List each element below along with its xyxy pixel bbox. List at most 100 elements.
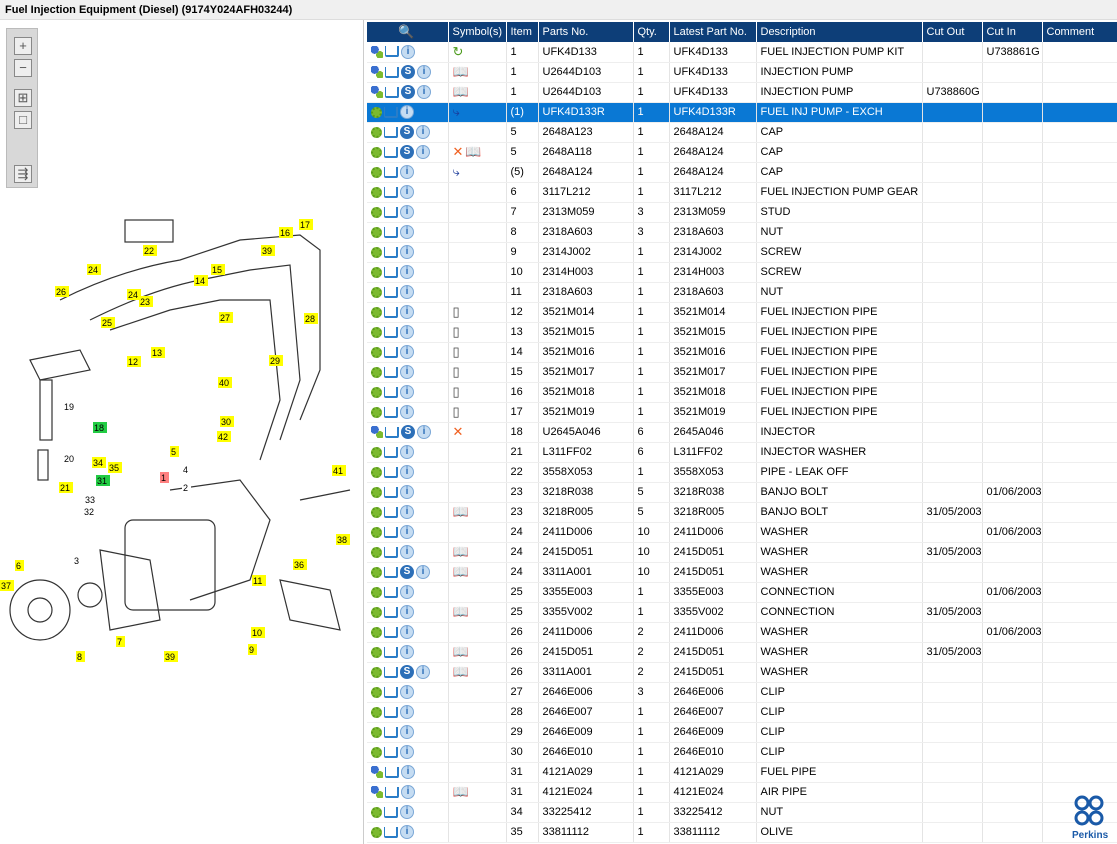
column-header-2[interactable]: Item <box>506 22 539 42</box>
table-row[interactable]: i 📖 24 2415D051 10 2415D051 WASHER 31/05/2003 <box>367 542 1117 563</box>
column-header-4[interactable]: Qty. <box>633 22 670 42</box>
table-row[interactable]: i 11 2318A603 1 2318A603 NUT <box>367 282 1117 303</box>
cart-icon[interactable] <box>384 686 398 698</box>
cart-icon[interactable] <box>384 746 398 758</box>
cart-icon[interactable] <box>384 386 398 398</box>
gear-icon[interactable] <box>371 406 382 418</box>
gear-icon[interactable] <box>371 506 382 518</box>
callout-12[interactable]: 12 <box>127 356 141 367</box>
table-row[interactable]: i ▯ 14 3521M016 1 3521M016 FUEL INJECTION PIPE <box>367 342 1117 363</box>
cart-icon[interactable] <box>384 106 398 118</box>
callout-14[interactable]: 14 <box>194 275 208 286</box>
cart-icon[interactable] <box>384 486 398 498</box>
gear-icon[interactable] <box>371 106 382 118</box>
info-icon[interactable]: i <box>400 805 414 819</box>
callout-6[interactable]: 6 <box>15 560 24 571</box>
info-icon[interactable]: i <box>401 765 415 779</box>
column-header-6[interactable]: Description <box>756 22 923 42</box>
info-icon[interactable]: i <box>400 305 414 319</box>
column-header-5[interactable]: Latest Part No. <box>669 22 757 42</box>
callout-38[interactable]: 38 <box>336 534 350 545</box>
gear-icon[interactable] <box>371 746 382 758</box>
table-row[interactable]: i 6 3117L212 1 3117L212 FUEL INJECTION PUMP G… <box>367 182 1117 203</box>
table-row[interactable]: i 23 3218R038 5 3218R038 BANJO BOLT 01/06/2003 <box>367 482 1117 503</box>
table-row[interactable]: Si ✕ 18 U2645A046 6 2645A046 INJECTOR <box>367 422 1117 443</box>
table-row[interactable]: i ▯ 17 3521M019 1 3521M019 FUEL INJECTION PIPE <box>367 402 1117 423</box>
callout-31[interactable]: 31 <box>96 475 110 486</box>
info-icon[interactable]: i <box>400 745 414 759</box>
cart-icon[interactable] <box>384 146 398 158</box>
service-s-icon[interactable]: S <box>401 85 415 99</box>
column-header-1[interactable]: Symbol(s) <box>448 22 507 42</box>
callout-7[interactable]: 7 <box>116 636 125 647</box>
info-icon[interactable]: i <box>400 725 414 739</box>
components-gear-icon[interactable] <box>371 426 383 438</box>
cart-icon[interactable] <box>384 726 398 738</box>
callout-29[interactable]: 29 <box>269 355 283 366</box>
gear-icon[interactable] <box>371 606 382 618</box>
callout-40[interactable]: 40 <box>218 377 232 388</box>
table-row[interactable]: i 8 2318A603 3 2318A603 NUT <box>367 222 1117 243</box>
info-icon[interactable]: i <box>400 445 414 459</box>
gear-icon[interactable] <box>371 726 382 738</box>
gear-icon[interactable] <box>371 526 382 538</box>
gear-icon[interactable] <box>371 226 382 238</box>
callout-11[interactable]: 11 <box>252 575 266 586</box>
exploded-diagram[interactable]: + − ⊞ □ ⇶ 22 24 26 25 23 24 15 39 16 17 14 27 28 12 13… <box>0 20 364 844</box>
info-icon[interactable]: i <box>400 265 414 279</box>
callout-32[interactable]: 32 <box>83 506 97 517</box>
table-row[interactable]: i ⤷ (5) 2648A124 1 2648A124 CAP <box>367 162 1117 183</box>
column-header-8[interactable]: Cut In <box>982 22 1043 42</box>
gear-icon[interactable] <box>371 346 382 358</box>
callout-9[interactable]: 9 <box>248 644 257 655</box>
callout-10[interactable]: 10 <box>251 627 265 638</box>
gear-icon[interactable] <box>371 446 382 458</box>
gear-icon[interactable] <box>371 486 382 498</box>
cart-icon[interactable] <box>385 66 399 78</box>
info-icon[interactable]: i <box>400 225 414 239</box>
info-icon[interactable]: i <box>400 345 414 359</box>
gear-icon[interactable] <box>371 826 382 838</box>
info-icon[interactable]: i <box>400 185 414 199</box>
callout-19[interactable]: 19 <box>63 401 77 412</box>
info-icon[interactable]: i <box>400 625 414 639</box>
service-s-icon[interactable]: S <box>401 65 415 79</box>
cart-icon[interactable] <box>384 166 398 178</box>
callout-23[interactable]: 23 <box>139 296 153 307</box>
callout-18[interactable]: 18 <box>93 422 107 433</box>
cart-icon[interactable] <box>384 666 398 678</box>
info-icon[interactable]: i <box>400 605 414 619</box>
cart-icon[interactable] <box>384 406 398 418</box>
table-row[interactable]: i 10 2314H003 1 2314H003 SCREW <box>367 262 1117 283</box>
column-header-actions[interactable]: 🔍 <box>367 22 449 42</box>
callout-8[interactable]: 8 <box>76 651 85 662</box>
cart-icon[interactable] <box>384 306 398 318</box>
callout-1[interactable]: 1 <box>160 472 169 483</box>
cart-icon[interactable] <box>384 366 398 378</box>
gear-icon[interactable] <box>371 366 382 378</box>
table-row[interactable]: i 22 3558X053 1 3558X053 PIPE - LEAK OFF <box>367 462 1117 483</box>
cart-icon[interactable] <box>384 446 398 458</box>
table-row[interactable]: Si 📖 1 U2644D103 1 UFK4D133 INJECTION PUMP <box>367 62 1117 83</box>
table-row[interactable]: i 26 2411D006 2 2411D006 WASHER 01/06/2003 <box>367 622 1117 643</box>
components-gear-icon[interactable] <box>371 45 383 58</box>
cart-icon[interactable] <box>384 506 398 518</box>
cart-icon[interactable] <box>384 206 398 218</box>
cart-icon[interactable] <box>384 606 398 618</box>
gear-icon[interactable] <box>371 286 382 298</box>
info-icon[interactable]: i <box>400 165 414 179</box>
column-header-3[interactable]: Parts No. <box>538 22 634 42</box>
callout-2[interactable]: 2 <box>182 482 191 493</box>
info-icon[interactable]: i <box>401 44 415 59</box>
info-icon[interactable]: i <box>400 465 414 479</box>
parts-list-table[interactable]: 🔍 Symbol(s) Item Parts No. Qty. Latest Part N… <box>367 22 1117 843</box>
callout-26[interactable]: 26 <box>55 286 69 297</box>
cart-icon[interactable] <box>384 626 398 638</box>
table-row[interactable]: i ▯ 13 3521M015 1 3521M015 FUEL INJECTION PIPE <box>367 322 1117 343</box>
gear-icon[interactable] <box>371 266 382 278</box>
cart-icon[interactable] <box>384 806 398 818</box>
gear-icon[interactable] <box>371 386 382 398</box>
components-gear-icon[interactable] <box>371 786 383 798</box>
service-s-icon[interactable]: S <box>400 565 414 579</box>
callout-13[interactable]: 13 <box>151 347 165 358</box>
